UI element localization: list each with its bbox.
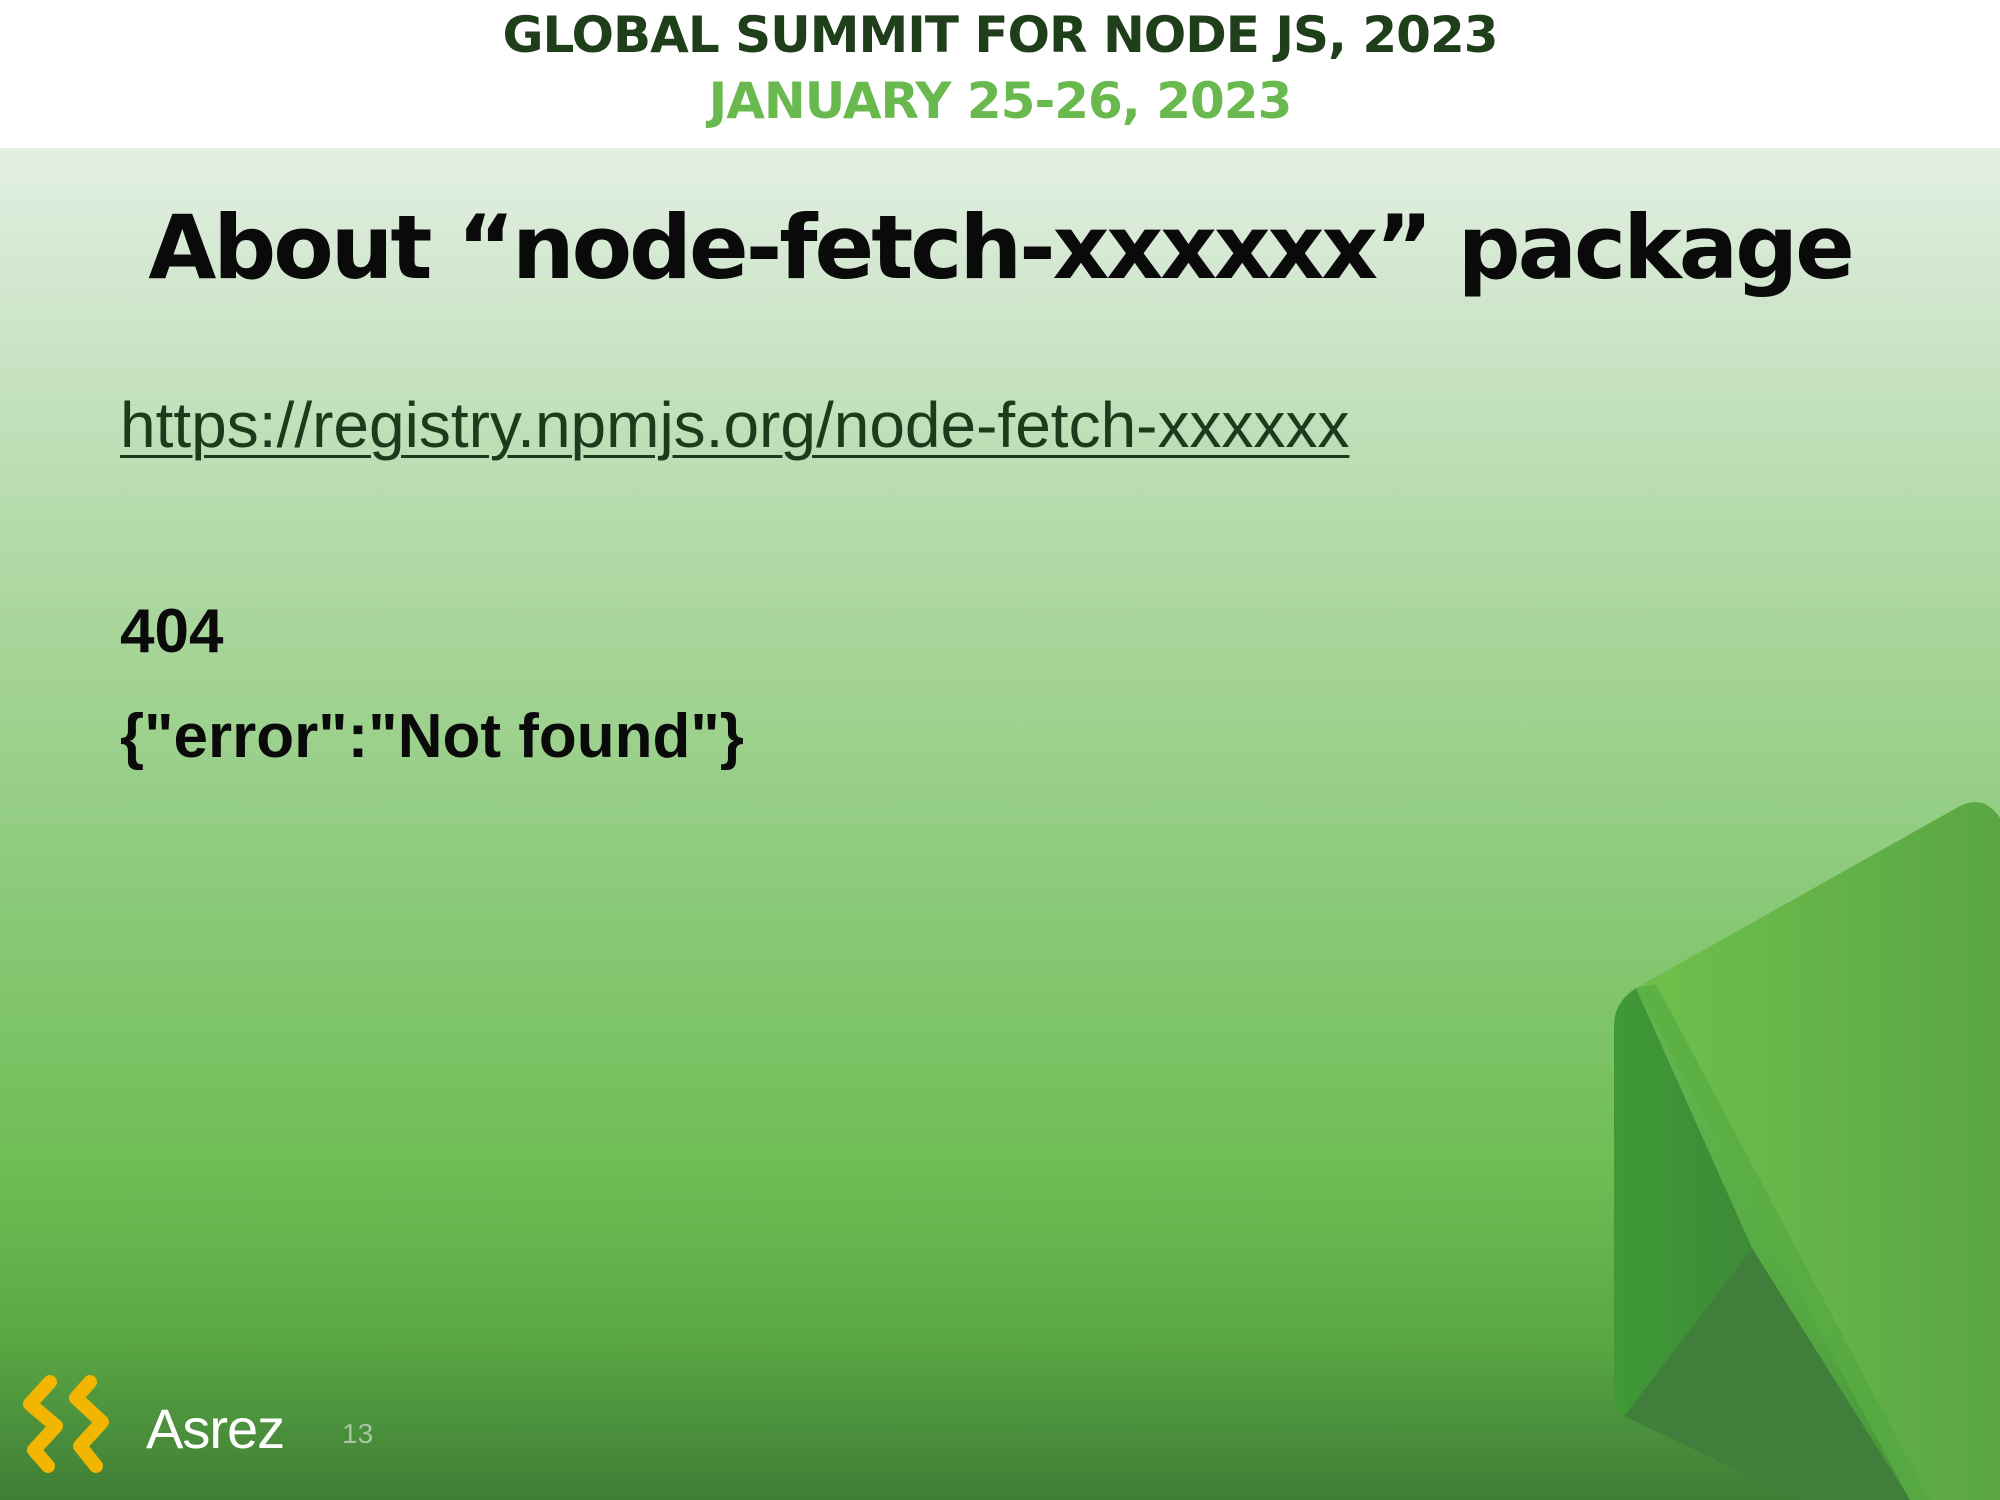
event-date: JANUARY 25-26, 2023 — [708, 72, 1293, 130]
error-response: {"error":"Not found"} — [120, 702, 744, 771]
event-title: GLOBAL SUMMIT FOR NODE JS, 2023 — [502, 6, 1498, 64]
slide-header: GLOBAL SUMMIT FOR NODE JS, 2023 JANUARY … — [0, 0, 2000, 148]
slide-title: About “node-fetch-xxxxxx” package — [148, 196, 1855, 299]
asrez-logo-icon — [23, 1375, 109, 1473]
status-code: 404 — [120, 597, 224, 666]
page-number: 13 — [342, 1418, 374, 1449]
nodejs-hexagon-icon — [1614, 802, 2000, 1500]
registry-link[interactable]: https://registry.npmjs.org/node-fetch-xx… — [120, 388, 1349, 462]
brand-name: Asrez — [146, 1397, 285, 1460]
slide-body: About “node-fetch-xxxxxx” package https:… — [0, 148, 2000, 1500]
